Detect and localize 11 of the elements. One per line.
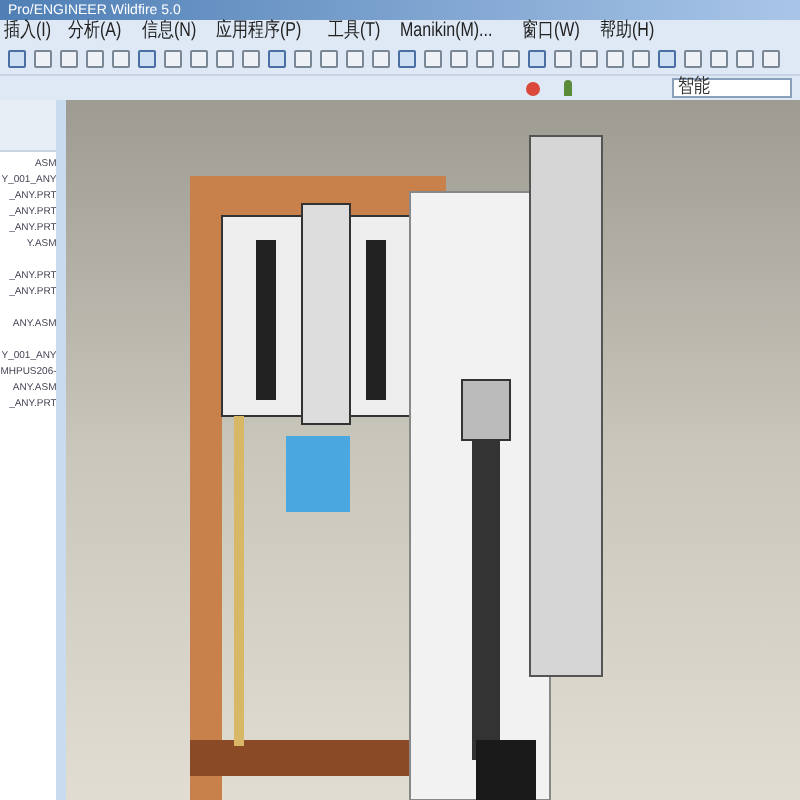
- scrollbar[interactable]: [56, 100, 66, 800]
- menu-item[interactable]: 窗口(W): [521, 21, 579, 41]
- menu-item[interactable]: 分析(A): [68, 21, 123, 41]
- filter-dropdown[interactable]: 智能: [672, 78, 792, 98]
- status-icon[interactable]: [526, 81, 540, 95]
- menu-item[interactable]: Manikin(M)...: [399, 21, 493, 41]
- menu-item[interactable]: 帮助(H): [599, 21, 654, 41]
- menu-item[interactable]: 工具(T): [328, 21, 381, 41]
- menu-item[interactable]: 插入(I): [4, 21, 52, 41]
- menu-item[interactable]: 信息(N): [141, 21, 196, 41]
- menu-item[interactable]: 应用程序(P): [215, 21, 301, 41]
